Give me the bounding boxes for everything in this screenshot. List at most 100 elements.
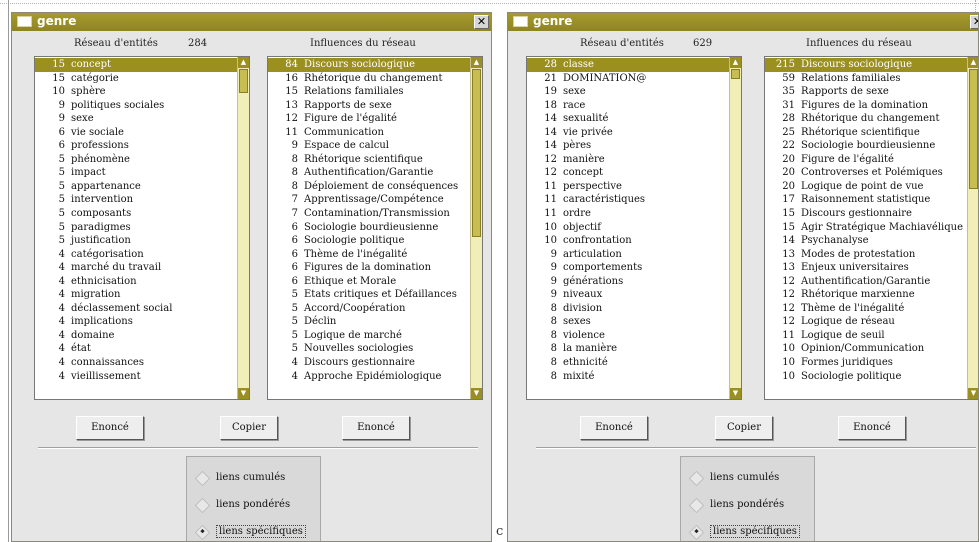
list-item[interactable]: 22 Sociologie bourdieusienne xyxy=(765,139,967,153)
list-item[interactable]: 4 Discours gestionnaire xyxy=(268,356,470,370)
list-item[interactable]: 8 Rhétorique scientifique xyxy=(268,153,470,167)
list-item[interactable]: 28 classe xyxy=(527,58,729,72)
radio-liens-specifiques[interactable]: liens spécifiques xyxy=(194,524,306,540)
list-item[interactable]: 25 Rhétorique scientifique xyxy=(765,126,967,140)
list-item[interactable]: 13 Enjeux universitaires xyxy=(765,261,967,275)
list-item[interactable]: 6 Sociologie bourdieusienne xyxy=(268,221,470,235)
copy-button[interactable]: Copier xyxy=(715,416,773,440)
influences-scrollbar[interactable]: ▲ ▼ xyxy=(470,57,482,399)
list-item[interactable]: 9 Espace de calcul xyxy=(268,139,470,153)
list-item[interactable]: 9 niveaux xyxy=(527,288,729,302)
titlebar[interactable]: genre ✕ xyxy=(12,13,491,31)
influences-listbox[interactable]: 84 Discours sociologique 16 Rhétorique du c… xyxy=(267,56,483,400)
list-item[interactable]: 6 Thème de l'inégalité xyxy=(268,248,470,262)
scroll-up-arrow-icon[interactable]: ▲ xyxy=(238,57,249,68)
list-item[interactable]: 10 confrontation xyxy=(527,234,729,248)
list-item[interactable]: 10 Sociologie politique xyxy=(765,370,967,384)
entities-scrollbar[interactable]: ▲ ▼ xyxy=(729,57,741,399)
radio-liens-ponderes[interactable]: liens pondérés xyxy=(688,497,784,513)
radio-indicator-icon[interactable] xyxy=(688,524,705,540)
list-item[interactable]: 12 Figure de l'égalité xyxy=(268,112,470,126)
list-item[interactable]: 10 Formes juridiques xyxy=(765,356,967,370)
list-item[interactable]: 5 Déclin xyxy=(268,315,470,329)
list-item[interactable]: 17 Raisonnement statistique xyxy=(765,193,967,207)
list-item[interactable]: 6 Figures de la domination xyxy=(268,261,470,275)
list-item[interactable]: 6 professions xyxy=(35,139,237,153)
list-item[interactable]: 14 Psychanalyse xyxy=(765,234,967,248)
list-item[interactable]: 7 Apprentissage/Compétence xyxy=(268,193,470,207)
list-item[interactable]: 20 Logique de point de vue xyxy=(765,180,967,194)
radio-liens-cumules[interactable]: liens cumulés xyxy=(194,470,285,486)
list-item[interactable]: 5 Logique de marché xyxy=(268,329,470,343)
influences-listbox[interactable]: 215 Discours sociologique 59 Relations fami… xyxy=(764,56,978,400)
entities-scrollbar[interactable]: ▲ ▼ xyxy=(237,57,249,399)
list-item[interactable]: 4 implications xyxy=(35,315,237,329)
list-item[interactable]: 11 Communication xyxy=(268,126,470,140)
list-item[interactable]: 8 division xyxy=(527,302,729,316)
list-item[interactable]: 4 marché du travail xyxy=(35,261,237,275)
list-item[interactable]: 11 perspective xyxy=(527,180,729,194)
list-item[interactable]: 35 Rapports de sexe xyxy=(765,85,967,99)
radio-indicator-icon[interactable] xyxy=(194,470,211,486)
list-item[interactable]: 6 Sociologie politique xyxy=(268,234,470,248)
list-item[interactable]: 8 violence xyxy=(527,329,729,343)
list-item[interactable]: 4 Approche Epidémiologique xyxy=(268,370,470,384)
list-item[interactable]: 14 vie privée xyxy=(527,126,729,140)
scroll-thumb[interactable] xyxy=(731,69,740,79)
list-item[interactable]: 8 ethnicité xyxy=(527,356,729,370)
titlebar[interactable]: genre ✕ xyxy=(508,13,978,31)
scroll-down-arrow-icon[interactable]: ▼ xyxy=(968,388,978,399)
list-item[interactable]: 12 Rhétorique marxienne xyxy=(765,288,967,302)
entities-listbox[interactable]: 28 classe 21 DOMINATION@ 19 sexe 18 race 14 sexua… xyxy=(526,56,742,400)
list-item[interactable]: 5 intervention xyxy=(35,193,237,207)
list-item[interactable]: 9 politiques sociales xyxy=(35,99,237,113)
list-item[interactable]: 14 sexualité xyxy=(527,112,729,126)
scroll-down-arrow-icon[interactable]: ▼ xyxy=(238,388,249,399)
list-item[interactable]: 15 concept xyxy=(35,58,237,72)
list-item[interactable]: 12 Thème de l'inégalité xyxy=(765,302,967,316)
entities-listbox[interactable]: 15 concept 15 catégorie 10 sphère 9 politiques … xyxy=(34,56,250,400)
close-button[interactable]: ✕ xyxy=(970,15,978,29)
list-item[interactable]: 15 Relations familiales xyxy=(268,85,470,99)
enonce-left-button[interactable]: Enoncé xyxy=(580,416,648,440)
list-item[interactable]: 11 Logique de seuil xyxy=(765,329,967,343)
list-item[interactable]: 31 Figures de la domination xyxy=(765,99,967,113)
list-item[interactable]: 4 déclassement social xyxy=(35,302,237,316)
list-item[interactable]: 4 état xyxy=(35,342,237,356)
scroll-up-arrow-icon[interactable]: ▲ xyxy=(730,57,741,68)
list-item[interactable]: 12 concept xyxy=(527,166,729,180)
list-item[interactable]: 4 vieillissement xyxy=(35,370,237,384)
list-item[interactable]: 4 domaine xyxy=(35,329,237,343)
list-item[interactable]: 13 Rapports de sexe xyxy=(268,99,470,113)
scroll-up-arrow-icon[interactable]: ▲ xyxy=(968,57,978,68)
list-item[interactable]: 9 générations xyxy=(527,275,729,289)
list-item[interactable]: 14 pères xyxy=(527,139,729,153)
list-item[interactable]: 12 Authentification/Garantie xyxy=(765,275,967,289)
list-item[interactable]: 11 ordre xyxy=(527,207,729,221)
list-item[interactable]: 5 justification xyxy=(35,234,237,248)
list-item[interactable]: 19 sexe xyxy=(527,85,729,99)
radio-indicator-icon[interactable] xyxy=(194,497,211,513)
list-item[interactable]: 5 Etats critiques et Défaillances xyxy=(268,288,470,302)
list-item[interactable]: 8 Déploiement de conséquences xyxy=(268,180,470,194)
list-item[interactable]: 10 objectif xyxy=(527,221,729,235)
list-item[interactable]: 15 catégorie xyxy=(35,72,237,86)
scroll-up-arrow-icon[interactable]: ▲ xyxy=(471,57,482,68)
list-item[interactable]: 12 manière xyxy=(527,153,729,167)
list-item[interactable]: 5 appartenance xyxy=(35,180,237,194)
list-item[interactable]: 5 impact xyxy=(35,166,237,180)
list-item[interactable]: 6 Ethique et Morale xyxy=(268,275,470,289)
radio-indicator-icon[interactable] xyxy=(688,497,705,513)
list-item[interactable]: 9 sexe xyxy=(35,112,237,126)
list-item[interactable]: 18 race xyxy=(527,99,729,113)
list-item[interactable]: 7 Contamination/Transmission xyxy=(268,207,470,221)
list-item[interactable]: 4 ethnicisation xyxy=(35,275,237,289)
list-item[interactable]: 5 paradigmes xyxy=(35,221,237,235)
list-item[interactable]: 4 migration xyxy=(35,288,237,302)
scroll-down-arrow-icon[interactable]: ▼ xyxy=(730,388,741,399)
list-item[interactable]: 15 Discours gestionnaire xyxy=(765,207,967,221)
list-item[interactable]: 11 caractéristiques xyxy=(527,193,729,207)
enonce-right-button[interactable]: Enoncé xyxy=(342,416,410,440)
radio-liens-cumules[interactable]: liens cumulés xyxy=(688,470,779,486)
scroll-thumb[interactable] xyxy=(472,69,481,237)
